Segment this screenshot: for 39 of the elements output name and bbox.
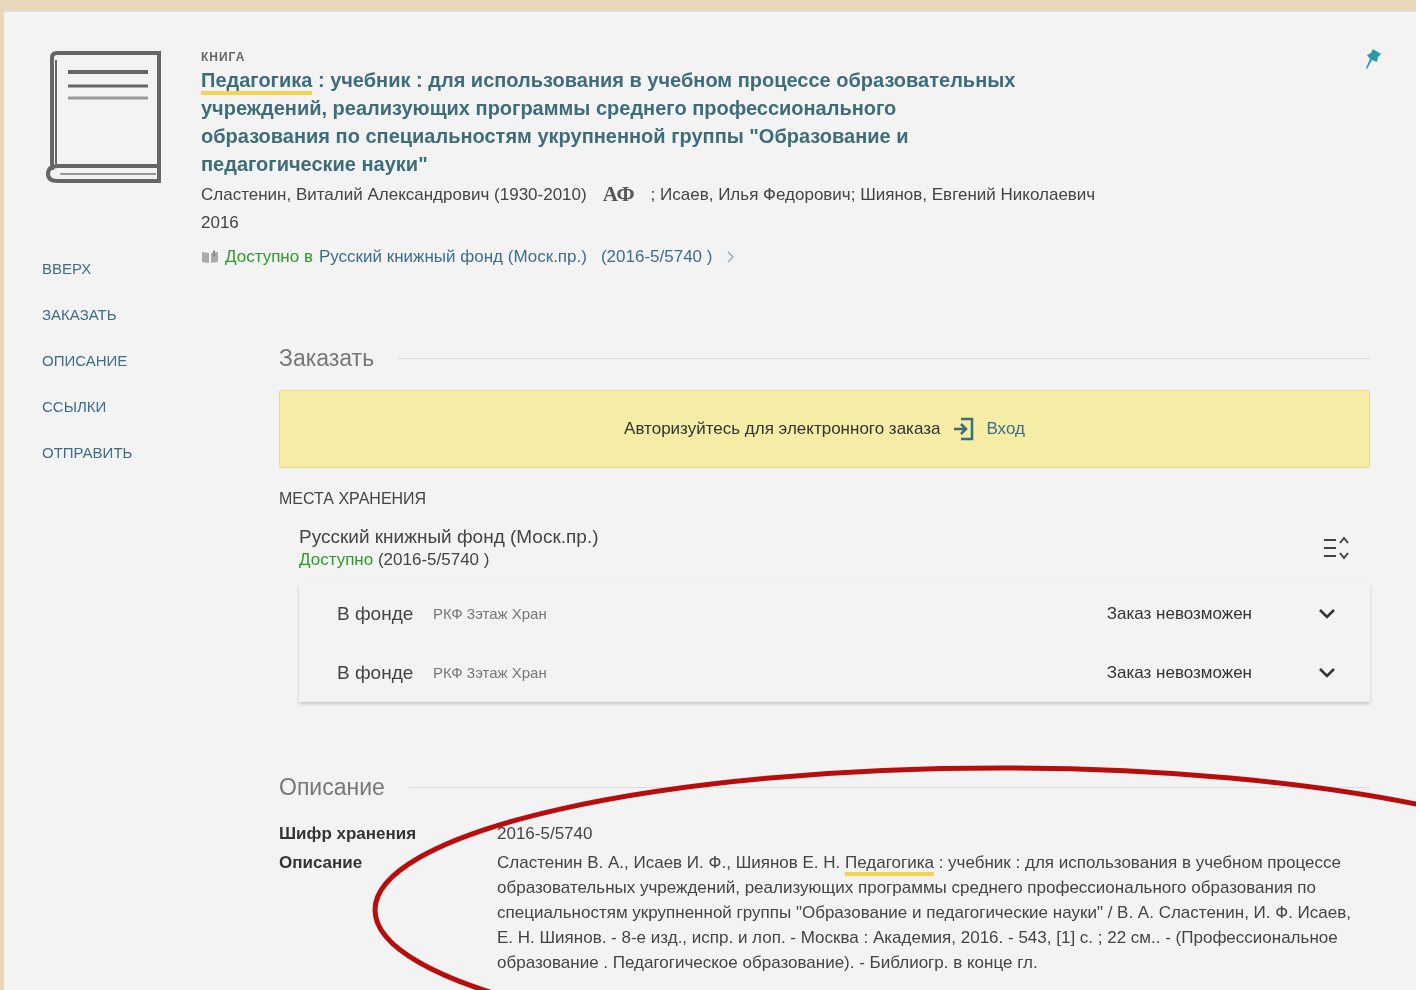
record-type: КНИГА [201, 50, 247, 64]
authority-badge[interactable]: АФ [602, 182, 635, 207]
section-heading: Заказать [279, 345, 375, 372]
order-status: Заказ невозможен [1106, 603, 1252, 624]
nav-link[interactable]: ЗАКАЗАТЬ [42, 306, 117, 323]
chevron-icon[interactable] [1318, 666, 1336, 679]
field-value: Сластенин В. А., Исаев И. Ф., Шиянов Е. Н. Педагогика : учебник : для использования в учебном процессе образовательных учреждений, реализующих программы среднего профессионального образования по специальностям укрупненной группы "Образование и педагогические науки" / В. А. Сластенин, И. Ф. Исаев, Е. Н. Шиянов. - 8-е изд., испр. и лоп. - Москва : Академия, 2016. - 543, [1] с. ; 22 см.. - (Профессиональное образование . Педагогическое образование). - Библиогр. в конце гл. [497, 852, 1352, 974]
field-label: Описание [279, 852, 364, 874]
nav-link[interactable]: ОПИСАНИЕ [42, 352, 128, 369]
availability-status: Доступно в [225, 247, 313, 267]
login-icon[interactable] [952, 417, 975, 441]
login-link[interactable]: Вход [986, 419, 1025, 439]
chevron-icon[interactable] [1318, 607, 1336, 620]
field-value: 2016-5/5740 [497, 823, 594, 845]
book-open-icon [201, 250, 219, 264]
author-name: Сластенин, Виталий Александрович (1930-2010) [201, 184, 587, 205]
item-status: В фонде [337, 661, 415, 684]
nav-link[interactable]: ССЫЛКИ [42, 398, 107, 415]
shelf-location: РКФ 3этаж Хран [433, 605, 548, 622]
pin-icon[interactable] [1364, 48, 1382, 70]
shelf-location: РКФ 3этаж Хран [433, 664, 548, 681]
field-label: Шифр хранения [279, 823, 418, 845]
nav-link[interactable]: ОТПРАВИТЬ [42, 444, 133, 461]
nav-link[interactable]: ВВЕРХ [42, 260, 92, 277]
section-heading: Описание [279, 774, 385, 801]
holdings-heading: МЕСТА ХРАНЕНИЯ [279, 490, 428, 508]
availability-status: Доступно [299, 550, 374, 569]
call-number: (2016-5/5740 ) [377, 550, 490, 569]
expand-list-icon[interactable] [1322, 535, 1350, 561]
location-name: Русский книжный фонд (Моск.пр.) [299, 526, 599, 548]
notice-text: Авторизуйтесь для электронного заказа [624, 419, 941, 439]
order-status: Заказ невозможен [1106, 662, 1252, 683]
item-status: В фонде [337, 602, 415, 625]
author-names: ; Исаев, Илья Федорович; Шиянов, Евгений Николаевич [650, 184, 1096, 205]
record-title[interactable]: Педагогика : учебник : для использования в учебном процессе образовательных учреждений, реализующих программы среднего профессионального образования по специальностям укрупненной группы "Образование и педагогические науки" [201, 66, 1021, 178]
book-icon [44, 50, 162, 184]
call-number-link[interactable]: (2016-5/5740 ) [600, 247, 713, 267]
location-link[interactable]: Русский книжный фонд (Моск.пр.) [318, 247, 587, 267]
publication-year: 2016 [201, 213, 240, 233]
